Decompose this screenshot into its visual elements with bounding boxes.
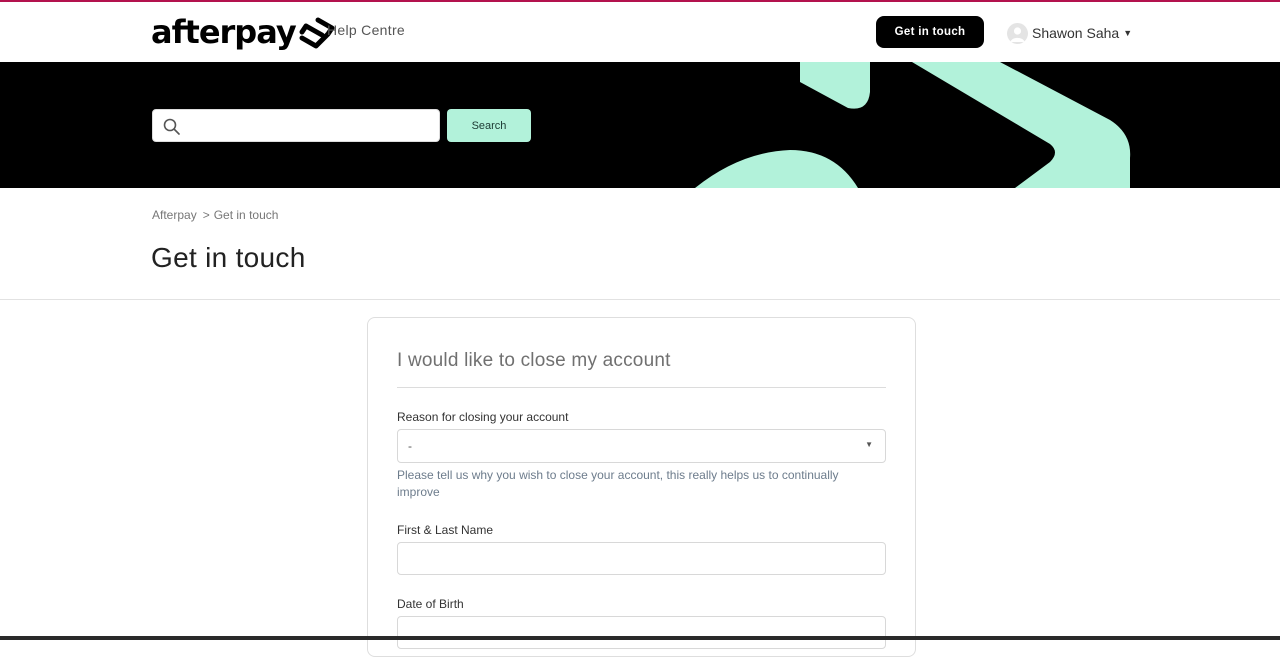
form-title-divider [397,387,886,388]
user-avatar-icon [1010,26,1025,42]
chevron-down-icon: ▼ [1123,28,1133,38]
reason-select[interactable]: - ▼ [397,429,886,463]
get-in-touch-button[interactable]: Get in touch [876,16,984,48]
breadcrumb-get-in-touch[interactable]: Get in touch [214,208,279,222]
caret-down-icon: ▼ [865,440,873,449]
dob-field[interactable] [397,616,886,649]
hero-banner: Search [0,62,1280,188]
help-centre-label[interactable]: Help Centre [327,22,405,38]
logo-wordmark: afterpay [151,13,297,51]
dob-label: Date of Birth [397,597,464,611]
breadcrumb-afterpay[interactable]: Afterpay [152,208,197,222]
afterpay-logo[interactable]: afterpay [151,14,336,50]
site-header: afterpay Help Centre Get in touch Shawon… [0,2,1280,62]
reason-label: Reason for closing your account [397,410,569,424]
breadcrumb-separator: > [202,208,210,222]
search-input[interactable] [187,111,439,142]
page-title: Get in touch [151,242,306,273]
name-field[interactable] [397,542,886,575]
reason-select-value: - [408,439,412,453]
bottom-edge-bar [0,636,1280,640]
search-button[interactable]: Search [447,109,531,142]
breadcrumb: Afterpay > Get in touch [152,208,278,222]
user-menu[interactable]: Shawon Saha ▼ [1007,21,1132,45]
request-form-card: I would like to close my account Reason … [367,317,916,657]
search-icon [163,118,180,135]
form-title: I would like to close my account [397,350,671,371]
search-box[interactable] [152,109,440,142]
user-name: Shawon Saha [1032,25,1120,41]
section-divider [0,299,1280,300]
reason-hint: Please tell us why you wish to close you… [397,468,839,499]
avatar [1007,22,1028,44]
name-label: First & Last Name [397,523,494,537]
